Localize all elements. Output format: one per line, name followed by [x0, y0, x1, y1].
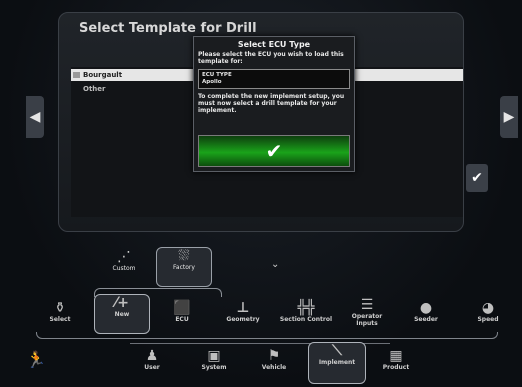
dialog-title: Select ECU Type — [237, 40, 311, 49]
basket-icon: ⚱ — [54, 300, 66, 316]
tab-geometry[interactable]: ⊥ Geometry — [220, 300, 266, 323]
dock-label: Product — [382, 364, 410, 371]
factory-template-button[interactable]: ⛆ Factory — [156, 247, 212, 287]
exit-icon[interactable]: 🏃 — [26, 350, 46, 369]
confirm-button[interactable]: ✔ — [198, 135, 350, 167]
system-icon: ▣ — [207, 348, 221, 364]
tab-label: New — [114, 311, 130, 318]
seeder-icon: ● — [419, 300, 433, 316]
tab-label: Speed — [477, 316, 499, 323]
tab-label: Operator Inputs — [351, 313, 383, 327]
dock-system[interactable]: ▣ System — [196, 348, 232, 371]
tab-section-control[interactable]: ╬╬ Section Control — [278, 300, 334, 323]
dock-label: Implement — [318, 359, 356, 366]
next-arrow-button[interactable]: ▶ — [500, 96, 518, 138]
dock-label: User — [144, 364, 160, 371]
tab-new[interactable]: ⁄+ New — [94, 294, 150, 334]
tab-label: Section Control — [279, 316, 333, 323]
ecu-type-value: Apollo — [202, 79, 222, 85]
wand-plus-icon: ⁄+ — [114, 295, 130, 311]
tab-seeder[interactable]: ● Seeder — [408, 300, 444, 323]
checkmark-icon: ✔ — [265, 139, 283, 163]
custom-template-icon: ⋰ — [117, 249, 131, 265]
dock-label: System — [201, 364, 227, 371]
accept-button[interactable]: ✔ — [466, 164, 488, 192]
vehicle-icon: ⚑ — [267, 348, 281, 364]
tab-label: Geometry — [226, 316, 260, 323]
ecu-type-label: ECU TYPE — [202, 72, 232, 78]
select-ecu-dialog: Select ECU Type Please select the ECU yo… — [193, 36, 355, 172]
page-title: Select Template for Drill — [79, 21, 257, 36]
template-item-label: Bourgault — [83, 71, 123, 79]
custom-template-button[interactable]: ⋰ Custom — [106, 249, 142, 272]
tabs-bracket — [36, 332, 498, 339]
tab-speed[interactable]: ◕ Speed — [470, 300, 506, 323]
template-item-label: Other — [83, 85, 106, 93]
dialog-message: Please select the ECU you wish to load t… — [198, 51, 344, 65]
speed-icon: ◕ — [481, 300, 495, 316]
user-icon: ♟ — [145, 348, 159, 364]
factory-label: Factory — [173, 264, 195, 271]
implement-icon: ⟍ — [332, 343, 342, 359]
tab-label: Select — [49, 316, 71, 323]
tab-operator-inputs[interactable]: ☰ Operator Inputs — [345, 297, 389, 327]
chevron-down-icon[interactable]: ⌄ — [271, 259, 279, 270]
folder-icon — [73, 72, 80, 78]
dialog-instructions: To complete the new implement setup, you… — [198, 93, 345, 114]
sections-icon: ╬╬ — [297, 300, 315, 316]
dock-label: Vehicle — [261, 364, 287, 371]
factory-template-icon: ⛆ — [178, 248, 190, 264]
geometry-icon: ⊥ — [236, 300, 250, 316]
dock-vehicle[interactable]: ⚑ Vehicle — [256, 348, 292, 371]
dock-implement[interactable]: ⟍ Implement — [308, 342, 366, 384]
ecu-type-selector[interactable]: ECU TYPE Apollo — [198, 69, 350, 89]
dock-product[interactable]: ▦ Product — [378, 348, 414, 371]
tab-ecu[interactable]: ⬛ ECU — [166, 300, 198, 323]
tab-label: ECU — [175, 316, 189, 323]
dock-user[interactable]: ♟ User — [138, 348, 166, 371]
operator-inputs-icon: ☰ — [360, 297, 374, 313]
custom-label: Custom — [112, 265, 136, 272]
tab-select[interactable]: ⚱ Select — [44, 300, 76, 323]
previous-arrow-button[interactable]: ◀ — [26, 96, 44, 138]
product-icon: ▦ — [389, 348, 403, 364]
tab-label: Seeder — [414, 316, 438, 323]
ecu-icon: ⬛ — [173, 300, 191, 316]
